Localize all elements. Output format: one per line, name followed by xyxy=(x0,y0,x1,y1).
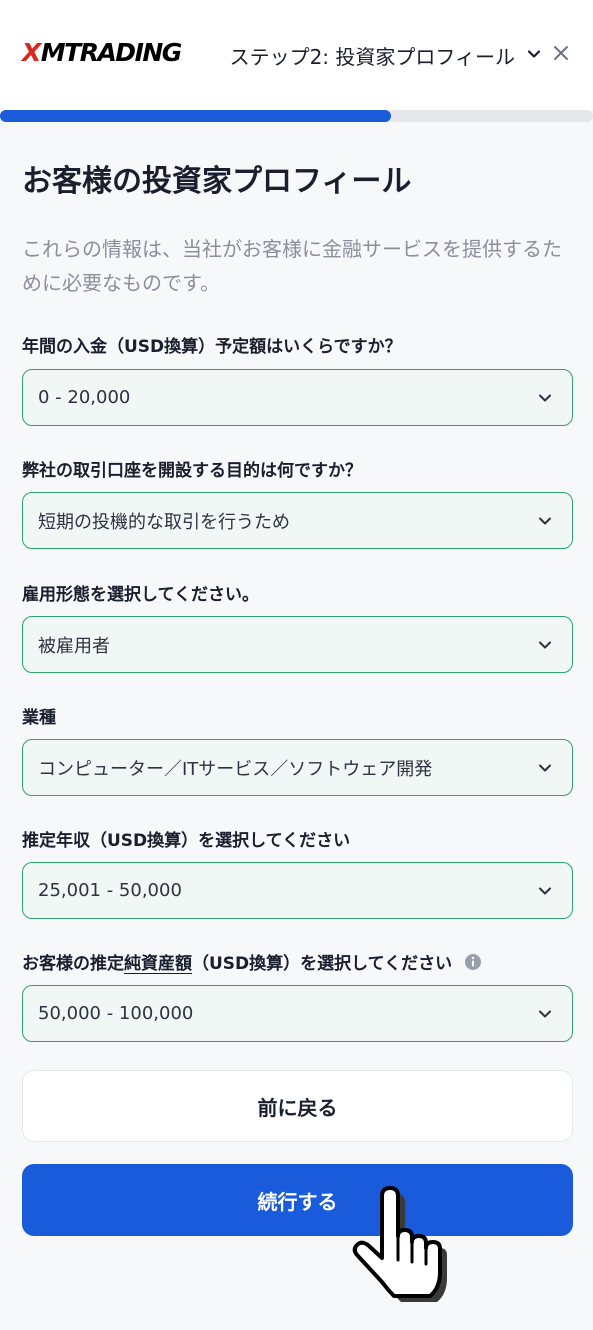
hand-pointer-icon xyxy=(352,1186,447,1302)
page-title: お客様の投資家プロフィール xyxy=(22,164,412,199)
annual-income-label: 推定年収（USD換算）を選択してください xyxy=(22,831,351,851)
net-worth-label: お客様の推定 純資産額 （USD換算）を選択してください xyxy=(22,949,482,974)
select-value: 0 - 20,000 xyxy=(38,387,131,408)
logo-text: MTRADING xyxy=(40,38,183,67)
xm-logo[interactable]: X MTRADING xyxy=(22,38,183,67)
select-value: 50,000 - 100,000 xyxy=(38,1003,194,1024)
industry-label: 業種 xyxy=(22,708,56,728)
intro-text: これらの情報は、当社がお客様に金融サービスを提供するために必要なものです。 xyxy=(22,237,562,295)
chevron-down-icon xyxy=(539,1010,551,1018)
net-worth-label-suffix: （USD換算）を選択してください xyxy=(192,954,453,974)
select-value: 被雇用者 xyxy=(38,635,110,657)
select-value: コンピューター／ITサービス／ソフトウェア開発 xyxy=(38,758,433,780)
progress-bar xyxy=(0,110,593,122)
chevron-down-icon xyxy=(539,887,551,895)
account-purpose-select[interactable]: 短期の投機的な取引を行うため xyxy=(22,492,573,549)
employment-status-select[interactable]: 被雇用者 xyxy=(22,616,573,673)
progress-fill xyxy=(0,110,392,122)
header: X MTRADING ステップ2: 投資家プロフィール xyxy=(0,0,593,110)
net-worth-label-prefix: お客様の推定 xyxy=(22,954,124,974)
net-worth-select[interactable]: 50,000 - 100,000 xyxy=(22,985,573,1042)
net-worth-link[interactable]: 純資産額 xyxy=(124,949,192,974)
annual-deposit-select[interactable]: 0 - 20,000 xyxy=(22,369,573,426)
employment-status-label: 雇用形態を選択してください。 xyxy=(22,585,259,605)
chevron-down-icon xyxy=(539,394,551,402)
select-value: 短期の投機的な取引を行うため xyxy=(38,511,290,533)
chevron-down-icon xyxy=(539,764,551,772)
continue-button[interactable]: 続行する xyxy=(22,1164,573,1236)
logo-x-mark: X xyxy=(22,38,41,67)
step-indicator[interactable]: ステップ2: 投資家プロフィール xyxy=(230,41,515,70)
chevron-down-icon[interactable] xyxy=(526,46,542,62)
chevron-down-icon xyxy=(539,517,551,525)
industry-select[interactable]: コンピューター／ITサービス／ソフトウェア開発 xyxy=(22,739,573,796)
info-icon[interactable] xyxy=(464,953,482,971)
account-purpose-label: 弊社の取引口座を開設する目的は何ですか？ xyxy=(22,461,362,481)
close-icon[interactable] xyxy=(553,45,569,61)
chevron-down-icon xyxy=(539,641,551,649)
annual-income-select[interactable]: 25,001 - 50,000 xyxy=(22,862,573,919)
select-value: 25,001 - 50,000 xyxy=(38,880,182,901)
back-button[interactable]: 前に戻る xyxy=(22,1070,573,1142)
annual-deposit-label: 年間の入金（USD換算）予定額はいくらですか？ xyxy=(22,337,402,357)
